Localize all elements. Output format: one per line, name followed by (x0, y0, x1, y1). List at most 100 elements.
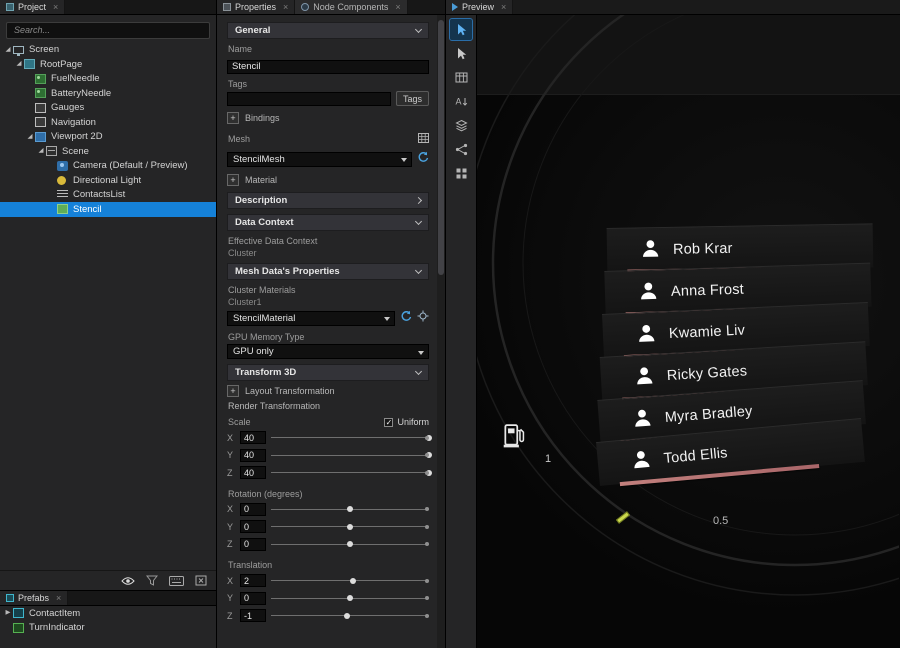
material-reset-icon[interactable] (400, 309, 412, 327)
prefabs-panel: Prefabs × ▶ ContactItem TurnIndicator (0, 590, 216, 648)
slider-thumb[interactable] (347, 506, 353, 512)
pointer-tool-icon[interactable] (450, 43, 472, 64)
rotation-z-slider[interactable] (271, 538, 429, 551)
tree-item-stencil[interactable]: Stencil (0, 202, 216, 217)
scale-x-slider[interactable] (271, 431, 429, 444)
preview-canvas[interactable]: 1 0.5 Rob Krar Anna Frost Kwamie Liv (477, 15, 900, 648)
tree-item-rootpage[interactable]: ◢ RootPage (0, 57, 216, 72)
translation-x-slider[interactable] (271, 574, 429, 587)
axis-label: Z (227, 611, 235, 621)
scale-y-field[interactable] (240, 449, 266, 462)
section-mesh-data[interactable]: Mesh Data's Properties (227, 263, 429, 280)
slider-thumb[interactable] (426, 435, 432, 441)
rotation-y-slider[interactable] (271, 520, 429, 533)
slider-thumb[interactable] (344, 613, 350, 619)
visibility-eye-icon[interactable] (121, 576, 135, 586)
tree-item-contactslist[interactable]: ContactsList (0, 188, 216, 203)
scale-z-field[interactable] (240, 466, 266, 479)
scale-z-slider[interactable] (271, 466, 429, 479)
person-icon (636, 322, 656, 347)
translation-y-slider[interactable] (271, 592, 429, 605)
project-search-row (0, 15, 216, 43)
expander-icon[interactable]: ◢ (14, 59, 24, 69)
scale-x-field[interactable] (240, 431, 266, 444)
expander-icon[interactable]: ◢ (36, 146, 46, 156)
search-input[interactable] (6, 22, 210, 39)
tree-item-fuelneedle[interactable]: FuelNeedle (0, 72, 216, 87)
gpu-memory-dropdown[interactable]: GPU only (227, 344, 429, 359)
image-icon (35, 74, 46, 84)
add-material-button[interactable]: + (227, 174, 239, 186)
translation-y-field[interactable] (240, 592, 266, 605)
section-transform-3d[interactable]: Transform 3D (227, 364, 429, 381)
components-tool-icon[interactable] (450, 163, 472, 184)
slider-thumb[interactable] (347, 541, 353, 547)
tab-close-icon[interactable]: × (56, 593, 61, 603)
tree-item-label: Gauges (51, 102, 84, 113)
expander-icon[interactable]: ▶ (3, 608, 13, 618)
mesh-dropdown[interactable]: StencilMesh (227, 152, 412, 167)
tree-item-gauges[interactable]: Gauges (0, 101, 216, 116)
tags-field[interactable] (227, 92, 391, 106)
slider-thumb[interactable] (350, 578, 356, 584)
tab-close-icon[interactable]: × (53, 2, 58, 12)
tree-item-navigation[interactable]: Navigation (0, 115, 216, 130)
section-general[interactable]: General (227, 22, 429, 39)
name-field[interactable] (227, 60, 429, 74)
tab-close-icon[interactable]: × (501, 2, 506, 12)
translation-z-slider[interactable] (271, 609, 429, 622)
material-label: Material (245, 175, 277, 185)
stencil-material-dropdown[interactable]: StencilMaterial (227, 311, 395, 326)
slider-thumb[interactable] (426, 470, 432, 476)
tab-close-icon[interactable]: × (283, 2, 288, 12)
uniform-checkbox[interactable]: ✓ (384, 418, 393, 427)
prefab-item-turnindicator[interactable]: TurnIndicator (0, 621, 216, 636)
scrollbar-thumb[interactable] (438, 20, 444, 275)
mesh-reset-icon[interactable] (417, 150, 429, 168)
material-target-icon[interactable] (417, 309, 429, 327)
mesh-grid-icon[interactable] (418, 130, 429, 148)
tree-item-directional-light[interactable]: Directional Light (0, 173, 216, 188)
slider-thumb[interactable] (426, 452, 432, 458)
translation-z-field[interactable] (240, 609, 266, 622)
tab-prefabs[interactable]: Prefabs × (0, 591, 68, 605)
tree-item-camera[interactable]: Camera (Default / Preview) (0, 159, 216, 174)
rotation-z-field[interactable] (240, 538, 266, 551)
expander-icon[interactable]: ◢ (3, 45, 13, 55)
prefab-item-contactitem[interactable]: ▶ ContactItem (0, 606, 216, 621)
scale-y-slider[interactable] (271, 449, 429, 462)
add-binding-button[interactable]: + (227, 112, 239, 124)
tab-node-components[interactable]: Node Components × (295, 0, 407, 14)
keyboard-shortcuts-icon[interactable] (169, 576, 184, 586)
tree-item-viewport2d[interactable]: ◢ Viewport 2D (0, 130, 216, 145)
text-sort-tool-icon[interactable]: A (450, 91, 472, 112)
properties-scrollbar[interactable] (437, 15, 445, 648)
translation-x-field[interactable] (240, 574, 266, 587)
section-data-context[interactable]: Data Context (227, 214, 429, 231)
grid-tool-icon[interactable] (450, 67, 472, 88)
contact-name: Rob Krar (673, 240, 733, 257)
tree-item-label: Camera (Default / Preview) (73, 160, 188, 171)
section-description[interactable]: Description (227, 192, 429, 209)
close-box-icon[interactable] (195, 575, 207, 586)
rotation-x-field[interactable] (240, 503, 266, 516)
slider-thumb[interactable] (347, 524, 353, 530)
tree-item-batteryneedle[interactable]: BatteryNeedle (0, 86, 216, 101)
expander-icon[interactable]: ◢ (25, 132, 35, 142)
node-graph-tool-icon[interactable] (450, 139, 472, 160)
tab-project[interactable]: Project × (0, 0, 65, 14)
select-tool-icon[interactable] (450, 19, 472, 40)
tags-button[interactable]: Tags (396, 91, 429, 106)
tree-item-scene[interactable]: ◢ Scene (0, 144, 216, 159)
tab-close-icon[interactable]: × (395, 2, 400, 12)
add-layout-transformation-button[interactable]: + (227, 385, 239, 397)
tree-item-screen[interactable]: ◢ Screen (0, 43, 216, 58)
filter-funnel-icon[interactable] (146, 575, 158, 586)
slider-thumb[interactable] (347, 595, 353, 601)
rotation-y-field[interactable] (240, 520, 266, 533)
tab-preview[interactable]: Preview × (446, 0, 513, 14)
uniform-checkbox-wrap[interactable]: ✓ Uniform (384, 417, 429, 427)
tab-properties[interactable]: Properties × (217, 0, 295, 14)
layers-tool-icon[interactable] (450, 115, 472, 136)
rotation-x-slider[interactable] (271, 503, 429, 516)
